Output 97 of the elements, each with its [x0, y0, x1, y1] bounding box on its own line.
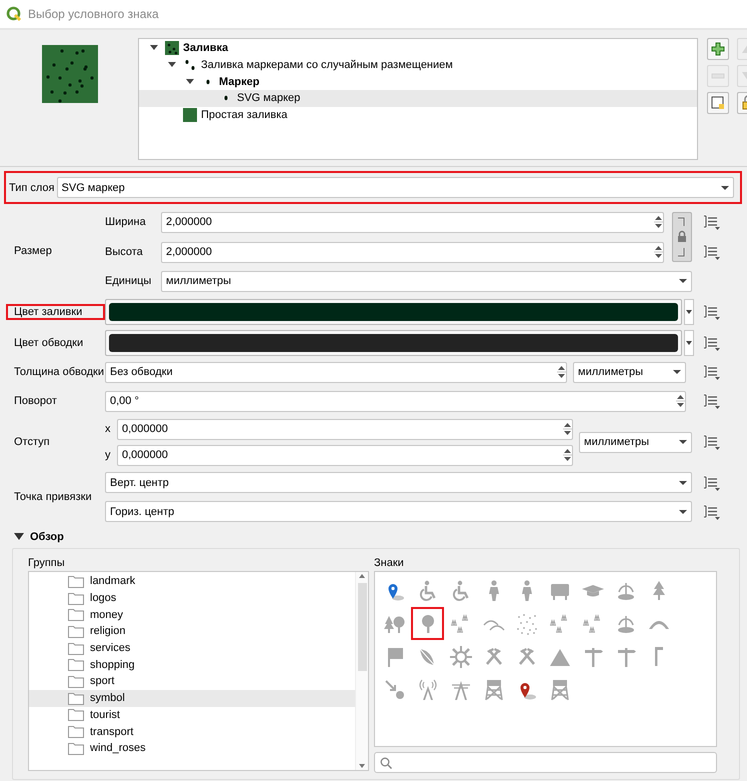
gear-icon — [448, 644, 472, 668]
list-icon — [701, 335, 721, 351]
dropdown[interactable]: миллиметры — [579, 432, 692, 452]
field-label: Отступ — [13, 435, 51, 450]
search-field[interactable] — [374, 752, 717, 773]
tree-item[interactable]: Простая заливка — [139, 106, 697, 124]
section-title: Обзор — [30, 530, 64, 542]
list-item[interactable]: wind_roses — [29, 740, 355, 757]
list-item[interactable]: religion — [29, 623, 355, 640]
spin-box[interactable]: 2,000000 — [161, 242, 664, 262]
list-item[interactable]: symbol — [29, 690, 355, 706]
color-button[interactable] — [105, 330, 682, 356]
dropdown[interactable]: Гориз. центр — [105, 501, 692, 522]
dropdown[interactable]: миллиметры — [573, 362, 686, 382]
tree-item[interactable]: SVG маркер — [139, 90, 697, 107]
field-label: Точка привязки — [13, 490, 93, 505]
field-label: Единицы — [105, 275, 152, 287]
list-item[interactable]: logos — [29, 590, 355, 606]
list-item[interactable]: services — [29, 640, 355, 656]
list-icon — [701, 304, 721, 320]
app-icon — [6, 6, 22, 22]
field-label: Цвет обводки — [13, 337, 84, 349]
scrollbar-thumb[interactable] — [358, 583, 366, 671]
list-icon — [701, 214, 721, 230]
dropdown[interactable]: миллиметры — [161, 270, 692, 292]
dropdown-arrow-icon — [685, 309, 693, 315]
symbol-tile[interactable] — [411, 607, 444, 640]
folder-icon — [68, 574, 84, 588]
list-item[interactable]: landmark — [29, 573, 355, 590]
list-icon — [701, 434, 721, 450]
color-menu-button[interactable] — [684, 330, 694, 356]
list-icon — [701, 364, 721, 380]
plus-icon — [710, 41, 726, 57]
spin-box[interactable]: 0,000000 — [117, 418, 573, 440]
list-item[interactable]: transport — [29, 723, 355, 740]
list-icon — [701, 504, 721, 520]
list-item[interactable]: tourist — [29, 706, 355, 724]
duplicate-icon — [710, 95, 726, 111]
tree-item[interactable]: Маркер — [139, 73, 697, 90]
field-label: Размер — [13, 244, 53, 259]
field-label: Тип слоя — [9, 182, 55, 194]
folder-icon — [68, 642, 84, 655]
list-item[interactable]: sport — [29, 673, 355, 690]
window-title: Выбор условного знака — [28, 7, 159, 21]
marker-icon — [183, 58, 197, 72]
tree-item[interactable]: Заливка маркерами со случайным размещением — [139, 56, 697, 74]
symbol-preview — [42, 45, 98, 103]
spin-box[interactable]: 0,00 ° — [105, 390, 686, 412]
fill-swatch-icon — [183, 108, 197, 122]
folder-icon — [68, 725, 84, 738]
search-icon — [380, 756, 392, 768]
field-label: x — [105, 423, 112, 435]
color-button[interactable] — [105, 299, 682, 325]
arrow-icon — [382, 678, 406, 702]
scroll-down-icon — [358, 762, 366, 770]
lock-ratio-button[interactable] — [672, 212, 692, 262]
add-button[interactable] — [707, 38, 729, 60]
list-icon — [701, 474, 721, 490]
field-label: y — [105, 449, 112, 461]
list-item[interactable]: shopping — [29, 656, 355, 674]
spin-arrows-icon — [654, 214, 663, 230]
duplicate-button[interactable] — [707, 92, 729, 114]
dropdown-arrow-icon — [685, 340, 693, 346]
spin-arrows-icon — [563, 447, 572, 463]
dropdown[interactable]: Верт. центр — [105, 472, 692, 493]
spin-arrows-icon — [654, 244, 663, 260]
field-label: Толщина обводки — [13, 366, 105, 378]
spin-arrows-icon — [676, 393, 685, 409]
fill-swatch-icon — [165, 41, 179, 56]
list-icon — [701, 244, 721, 260]
list-item[interactable]: money — [29, 606, 355, 624]
folder-icon — [68, 624, 84, 638]
folder-icon — [68, 658, 84, 672]
spin-box[interactable]: 2,000000 — [161, 212, 664, 232]
field-label: Поворот — [13, 395, 58, 407]
dots-icon — [514, 612, 538, 636]
spin-arrows-icon — [557, 364, 566, 380]
spin-box[interactable]: 0,000000 — [117, 444, 573, 466]
color-menu-button[interactable] — [684, 299, 694, 325]
folder-icon — [68, 608, 84, 622]
lock-icon — [675, 215, 689, 259]
dropdown[interactable]: SVG маркер — [56, 177, 734, 198]
spin-box[interactable]: Без обводки — [105, 362, 567, 382]
field-label: Знаки — [374, 557, 405, 569]
post-icon — [654, 646, 664, 667]
field-label: Цвет заливки — [6, 304, 105, 320]
field-label: Ширина — [105, 216, 147, 228]
list-icon — [701, 393, 721, 409]
field-label: Высота — [105, 246, 144, 258]
spin-arrows-icon — [563, 421, 572, 437]
scrollbar[interactable] — [355, 572, 368, 770]
folder-icon — [68, 592, 84, 605]
field-label: Группы — [28, 557, 66, 569]
folder-icon — [68, 742, 84, 755]
tree-item[interactable]: Заливка — [139, 40, 697, 57]
scroll-up-icon — [358, 572, 366, 580]
folder-icon — [68, 692, 84, 705]
